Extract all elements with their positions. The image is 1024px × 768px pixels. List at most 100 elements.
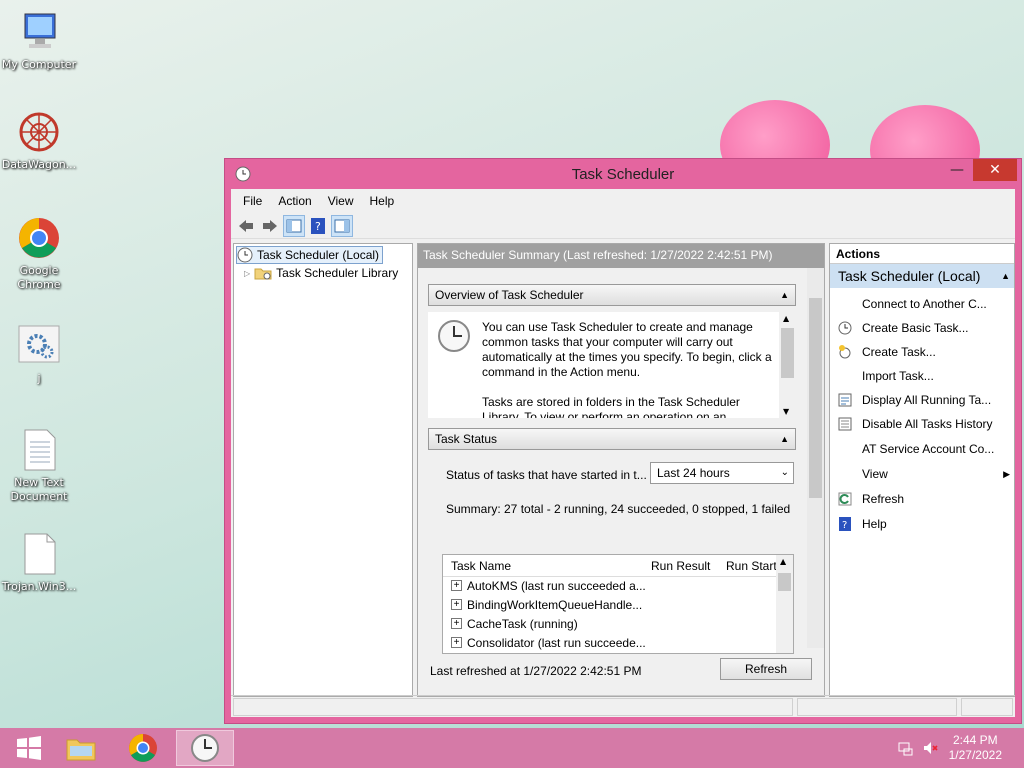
- tray-time: 2:44 PM: [952, 733, 998, 747]
- refresh-icon: [836, 491, 854, 507]
- help-icon: ?: [311, 217, 325, 234]
- action-pane-icon: [334, 219, 350, 232]
- create-basic-task-icon: [836, 320, 854, 336]
- grid-scrollbar[interactable]: ▲: [776, 555, 793, 653]
- show-hide-action-pane-button[interactable]: [331, 214, 353, 237]
- svg-text:?: ?: [315, 220, 321, 233]
- running-tasks-icon: [836, 392, 854, 408]
- desktop-icon-chrome[interactable]: Google Chrome: [0, 216, 78, 292]
- title-bar[interactable]: Task Scheduler — ✕: [225, 159, 1021, 189]
- forward-button[interactable]: [259, 215, 281, 237]
- taskbar-file-explorer[interactable]: [52, 730, 110, 766]
- chrome-icon: [129, 734, 157, 762]
- windows-logo-icon: [17, 736, 41, 760]
- back-button[interactable]: [235, 215, 257, 237]
- text-document-icon: [15, 428, 63, 472]
- status-period-select[interactable]: Last 24 hours ⌄: [650, 462, 794, 484]
- table-row[interactable]: + CacheTask (running): [443, 615, 793, 634]
- datawagon-icon: [15, 110, 63, 154]
- action-at-service-account-configuration[interactable]: AT Service Account Co...: [836, 439, 1012, 459]
- action-connect-to-another-computer[interactable]: Connect to Another C...: [836, 294, 1012, 314]
- status-summary: Summary: 27 total - 2 running, 24 succee…: [446, 502, 791, 516]
- menu-help[interactable]: Help: [362, 194, 403, 208]
- action-create-basic-task[interactable]: Create Basic Task...: [836, 318, 1012, 338]
- history-icon: [836, 416, 854, 432]
- overview-body: You can use Task Scheduler to create and…: [428, 312, 796, 418]
- tray-date: 1/27/2022: [948, 748, 1002, 762]
- task-status-section-header[interactable]: Task Status ▲: [428, 428, 796, 450]
- summary-pane: Task Scheduler Summary (Last refreshed: …: [417, 243, 825, 697]
- console-tree: Task Scheduler (Local) ▷ Task Scheduler …: [233, 243, 413, 697]
- blank-file-icon: [15, 532, 63, 576]
- expand-plus-icon[interactable]: +: [451, 637, 462, 648]
- actions-pane: Actions Task Scheduler (Local) ▲ Connect…: [829, 243, 1015, 697]
- taskbar: 2:44 PM 1/27/2022: [0, 728, 1024, 768]
- settings-file-icon: [15, 324, 63, 368]
- summary-header: Task Scheduler Summary (Last refreshed: …: [418, 244, 824, 268]
- action-import-task[interactable]: Import Task...: [836, 366, 1012, 386]
- action-view[interactable]: View ▶: [836, 464, 1012, 484]
- help-toolbar-button[interactable]: ?: [307, 215, 329, 237]
- console-tree-icon: [286, 219, 302, 232]
- collapse-caret-icon[interactable]: ▲: [780, 285, 789, 305]
- task-scheduler-window: Task Scheduler — ✕ File Action View Help…: [224, 158, 1022, 724]
- action-refresh[interactable]: Refresh: [836, 489, 1012, 509]
- action-disable-all-tasks-history[interactable]: Disable All Tasks History: [836, 414, 1012, 434]
- tree-item-task-scheduler-library[interactable]: ▷ Task Scheduler Library: [244, 264, 398, 282]
- taskbar-chrome[interactable]: [114, 730, 172, 766]
- start-button[interactable]: [0, 730, 58, 766]
- scroll-up-icon[interactable]: ▲: [783, 314, 789, 323]
- svg-text:?: ?: [842, 520, 847, 531]
- desktop-icon-j[interactable]: j: [0, 324, 78, 386]
- folder-icon: [66, 739, 96, 761]
- desktop-icon-trojan[interactable]: Trojan.Win3...: [0, 532, 78, 594]
- overview-scrollbar[interactable]: ▲ ▼: [779, 312, 796, 418]
- expand-plus-icon[interactable]: +: [451, 580, 462, 591]
- action-display-all-running-tasks[interactable]: Display All Running Ta...: [836, 390, 1012, 410]
- help-icon: ?: [836, 516, 854, 532]
- volume-muted-icon[interactable]: [922, 740, 938, 756]
- desktop-icon-my-computer[interactable]: My Computer: [0, 10, 78, 72]
- overview-section-header[interactable]: Overview of Task Scheduler ▲: [428, 284, 796, 306]
- summary-footer: Last refreshed at 1/27/2022 2:42:51 PM R…: [418, 648, 824, 696]
- tray-clock[interactable]: 2:44 PM 1/27/2022: [949, 733, 1002, 763]
- close-button[interactable]: ✕: [973, 159, 1017, 181]
- network-icon[interactable]: [898, 740, 914, 756]
- menu-view[interactable]: View: [320, 194, 362, 208]
- column-run-result[interactable]: Run Result: [651, 559, 710, 573]
- action-create-task[interactable]: Create Task...: [836, 342, 1012, 362]
- expand-plus-icon[interactable]: +: [451, 618, 462, 629]
- taskbar-task-scheduler[interactable]: [176, 730, 234, 766]
- show-hide-console-tree-button[interactable]: [283, 214, 305, 237]
- menu-action[interactable]: Action: [270, 194, 319, 208]
- summary-scrollbar[interactable]: [807, 268, 824, 648]
- chevron-down-icon: ⌄: [780, 467, 789, 478]
- chrome-icon: [15, 216, 63, 260]
- actions-group-header[interactable]: Task Scheduler (Local) ▲: [830, 264, 1014, 288]
- clock-icon: [237, 247, 253, 263]
- refresh-button[interactable]: Refresh: [720, 658, 812, 680]
- column-task-name[interactable]: Task Name: [451, 559, 511, 573]
- column-run-start[interactable]: Run Start: [726, 559, 777, 573]
- tree-item-task-scheduler-local[interactable]: Task Scheduler (Local): [236, 246, 384, 264]
- status-bar: [231, 695, 1015, 717]
- table-row[interactable]: + AutoKMS (last run succeeded a...: [443, 577, 793, 596]
- desktop-icon-new-text-document[interactable]: New Text Document: [0, 428, 78, 504]
- expand-arrow-icon[interactable]: ▷: [244, 269, 250, 278]
- desktop-icon-datawagon[interactable]: DataWagon...: [0, 110, 78, 172]
- task-status-grid: Task Name Run Result Run Start + AutoKMS …: [442, 554, 794, 654]
- menu-file[interactable]: File: [235, 194, 270, 208]
- scroll-up-icon[interactable]: ▲: [780, 557, 786, 566]
- action-help[interactable]: ? Help: [836, 514, 1012, 534]
- back-arrow-icon: [239, 219, 253, 232]
- maximize-button[interactable]: [947, 159, 975, 181]
- clock-large-icon: [438, 320, 470, 355]
- expand-plus-icon[interactable]: +: [451, 599, 462, 610]
- clock-icon: [191, 734, 219, 762]
- collapse-caret-icon[interactable]: ▲: [780, 429, 789, 449]
- forward-arrow-icon: [263, 219, 277, 232]
- table-row[interactable]: + BindingWorkItemQueueHandle...: [443, 596, 793, 615]
- collapse-caret-icon[interactable]: ▲: [1001, 264, 1010, 288]
- scroll-down-icon[interactable]: ▼: [783, 407, 789, 416]
- create-task-icon: [836, 344, 854, 360]
